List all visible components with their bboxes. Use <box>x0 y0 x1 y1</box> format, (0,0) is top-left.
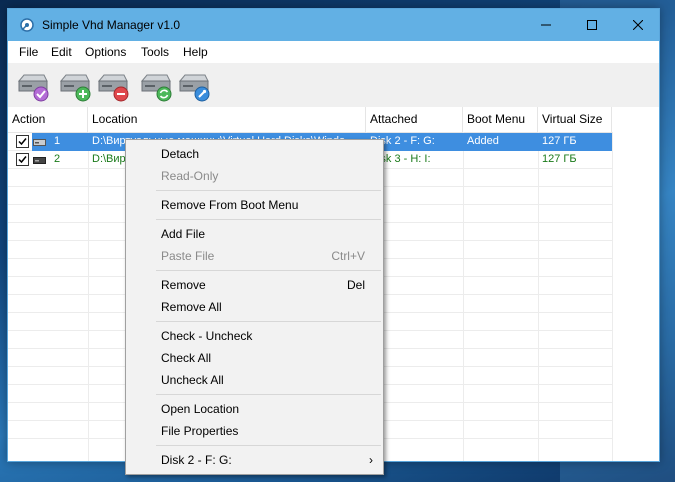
window-title: Simple Vhd Manager v1.0 <box>42 18 181 32</box>
menu-bar: File Edit Options Tools Help <box>8 41 659 64</box>
column-virtual-size[interactable]: Virtual Size <box>538 107 612 132</box>
menu-edit[interactable]: Edit <box>51 45 72 59</box>
ctx-remove-shortcut: Del <box>346 278 365 292</box>
menu-separator <box>156 394 381 395</box>
list-header: Action Location Attached Boot Menu Virtu… <box>8 107 612 133</box>
ctx-paste-file-shortcut: Ctrl+V <box>331 249 365 263</box>
ctx-disk-submenu-label: Disk 2 - F: G: <box>161 453 232 467</box>
close-icon <box>633 20 643 30</box>
close-button[interactable] <box>615 9 661 41</box>
row-boot-menu: Added <box>467 135 499 147</box>
row-virtual-size: 127 ГБ <box>542 153 577 165</box>
ctx-open-location[interactable]: Open Location <box>126 398 383 420</box>
column-boot-menu[interactable]: Boot Menu <box>463 107 538 132</box>
ctx-check-all[interactable]: Check All <box>126 347 383 369</box>
grid-line <box>612 132 613 461</box>
chevron-right-icon: › <box>369 453 373 467</box>
row-checkbox[interactable] <box>16 153 29 166</box>
menu-separator <box>156 445 381 446</box>
context-menu: Detach Read-Only Remove From Boot Menu A… <box>125 139 384 475</box>
maximize-icon <box>587 20 597 30</box>
ctx-paste-file[interactable]: Paste File Ctrl+V <box>126 245 383 267</box>
menu-help[interactable]: Help <box>183 45 208 59</box>
ctx-remove-all[interactable]: Remove All <box>126 296 383 318</box>
ctx-disk-submenu[interactable]: Disk 2 - F: G: › <box>126 449 383 471</box>
ctx-add-file[interactable]: Add File <box>126 223 383 245</box>
check-icon <box>18 138 27 146</box>
menu-separator <box>156 219 381 220</box>
row-number: 2 <box>54 153 61 165</box>
column-action[interactable]: Action <box>8 107 88 132</box>
ctx-check-uncheck[interactable]: Check - Uncheck <box>126 325 383 347</box>
menu-separator <box>156 190 381 191</box>
refresh-disk-icon[interactable] <box>139 69 173 103</box>
ctx-file-properties[interactable]: File Properties <box>126 420 383 442</box>
minimize-icon <box>541 24 551 26</box>
settings-disk-icon[interactable] <box>177 69 211 103</box>
row-number: 1 <box>54 135 61 147</box>
grid-line <box>88 132 89 461</box>
column-attached[interactable]: Attached <box>366 107 463 132</box>
minimize-button[interactable] <box>523 9 569 41</box>
remove-disk-icon[interactable] <box>96 69 130 103</box>
menu-options[interactable]: Options <box>85 45 126 59</box>
check-icon <box>18 156 27 164</box>
ctx-detach[interactable]: Detach <box>126 143 383 165</box>
grid-line <box>463 132 464 461</box>
ctx-read-only[interactable]: Read-Only <box>126 165 383 187</box>
drive-icon <box>33 157 46 164</box>
menu-tools[interactable]: Tools <box>141 45 169 59</box>
row-checkbox[interactable] <box>16 135 29 148</box>
toolbar <box>8 63 659 108</box>
title-bar[interactable]: Simple Vhd Manager v1.0 <box>8 9 659 41</box>
row-virtual-size: 127 ГБ <box>542 135 577 147</box>
drive-icon <box>33 139 46 146</box>
maximize-button[interactable] <box>569 9 615 41</box>
menu-separator <box>156 321 381 322</box>
attach-disk-icon[interactable] <box>16 69 50 103</box>
ctx-remove-label: Remove <box>161 278 206 292</box>
add-disk-icon[interactable] <box>58 69 92 103</box>
ctx-remove-from-boot-menu[interactable]: Remove From Boot Menu <box>126 194 383 216</box>
menu-file[interactable]: File <box>19 45 38 59</box>
menu-separator <box>156 270 381 271</box>
ctx-paste-file-label: Paste File <box>161 249 215 263</box>
column-location[interactable]: Location <box>88 107 366 132</box>
ctx-uncheck-all[interactable]: Uncheck All <box>126 369 383 391</box>
row-location: D:\Вир <box>92 153 126 165</box>
ctx-remove[interactable]: Remove Del <box>126 274 383 296</box>
app-logo-icon <box>20 18 34 32</box>
grid-line <box>538 132 539 461</box>
